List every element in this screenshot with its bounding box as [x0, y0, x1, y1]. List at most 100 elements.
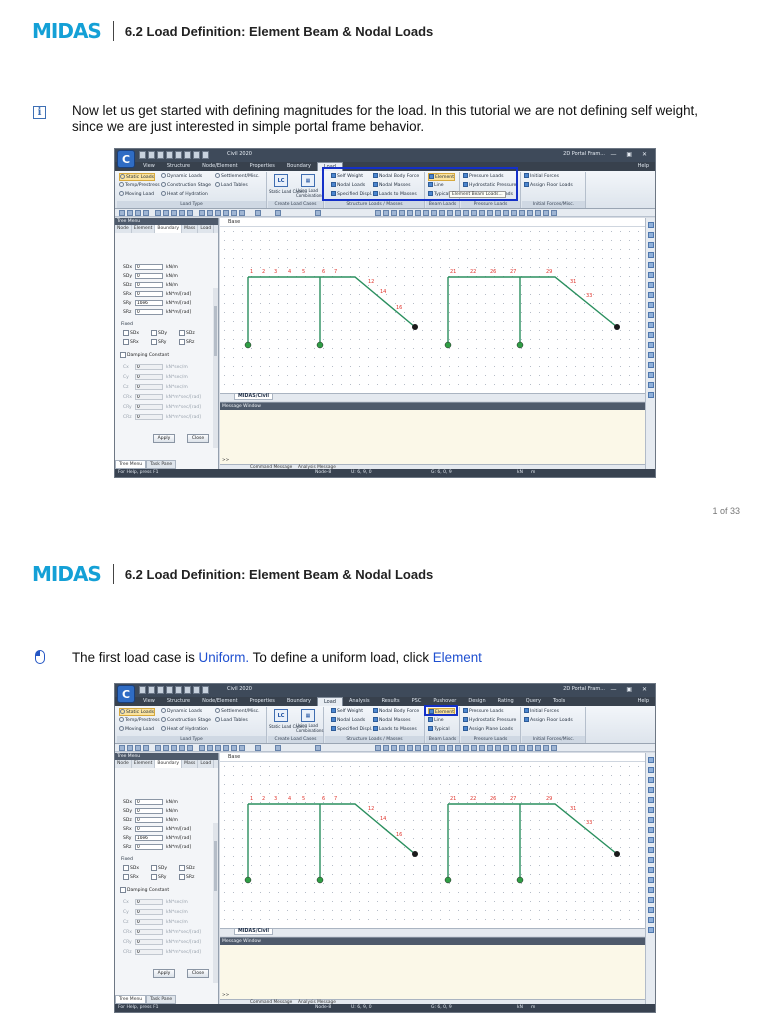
- moving-load-option[interactable]: Moving Load: [119, 191, 154, 197]
- tab-query[interactable]: Query: [520, 697, 547, 706]
- tree-tab-boundary[interactable]: Boundary: [155, 225, 183, 233]
- cy-input[interactable]: [135, 909, 163, 915]
- tab-structure[interactable]: Structure: [161, 162, 196, 171]
- status-unit[interactable]: kN: [517, 470, 523, 475]
- status-length[interactable]: m: [531, 470, 535, 475]
- crz-input[interactable]: [135, 949, 163, 955]
- tree-menu-tab[interactable]: Tree Menu: [115, 460, 147, 469]
- task-pane-tab[interactable]: Task Pane: [146, 460, 177, 469]
- heat-of-hydration-option[interactable]: Heat of Hydration: [161, 191, 208, 197]
- sdx-input[interactable]: [135, 264, 163, 270]
- construction-stage-option[interactable]: Construction Stage: [161, 717, 211, 723]
- window-controls[interactable]: — ▣ ✕: [610, 151, 651, 158]
- task-pane-tab[interactable]: Task Pane: [146, 995, 177, 1004]
- tab-analysis[interactable]: Analysis: [343, 697, 376, 706]
- tab-node-element[interactable]: Node/Element: [196, 162, 243, 171]
- cry-input[interactable]: [135, 939, 163, 945]
- close-button[interactable]: Close: [187, 969, 209, 978]
- midas-civil-tab[interactable]: MIDAS/Civil: [234, 929, 274, 935]
- crx-input[interactable]: [135, 929, 163, 935]
- nodal-masses-button[interactable]: Nodal Masses: [373, 717, 411, 723]
- command-prompt[interactable]: >>: [222, 458, 229, 463]
- srx-input[interactable]: [135, 291, 163, 297]
- tree-tab-element[interactable]: Element: [132, 225, 156, 233]
- static-loads-option[interactable]: Static Loads: [119, 173, 156, 181]
- sry-input[interactable]: [135, 835, 163, 841]
- assign-plane-loads-button[interactable]: Assign Plane Loads: [463, 726, 513, 732]
- status-unit[interactable]: kN: [517, 1005, 523, 1010]
- assign-floor-loads-button[interactable]: Assign Floor Loads: [524, 182, 573, 188]
- tree-tab-load[interactable]: Load: [198, 760, 215, 768]
- fixed-sry-check[interactable]: SRy: [151, 874, 166, 880]
- uniform-link[interactable]: Uniform.: [199, 650, 250, 665]
- cz-input[interactable]: [135, 384, 163, 390]
- tab-results[interactable]: Results: [376, 697, 406, 706]
- static-loads-option[interactable]: Static Loads: [119, 708, 156, 716]
- tab-tools[interactable]: Tools: [547, 697, 571, 706]
- using-load-comb-label[interactable]: Using Load Combinations: [296, 723, 324, 733]
- pressure-loads-button[interactable]: Pressure Loads: [463, 708, 504, 714]
- crx-input[interactable]: [135, 394, 163, 400]
- tab-load[interactable]: Load: [316, 697, 343, 706]
- app-menu-button[interactable]: C: [117, 150, 135, 168]
- help-menu[interactable]: Help: [638, 698, 649, 704]
- tree-tab-load[interactable]: Load: [198, 225, 215, 233]
- fixed-sdz-check[interactable]: SDz: [179, 330, 195, 336]
- sry-input[interactable]: [135, 300, 163, 306]
- hydrostatic-pressure-button[interactable]: Hydrostatic Pressure: [463, 717, 516, 723]
- sdz-input[interactable]: [135, 282, 163, 288]
- help-menu[interactable]: Help: [638, 163, 649, 169]
- srz-input[interactable]: [135, 309, 163, 315]
- app-menu-button[interactable]: C: [117, 685, 135, 703]
- model-viewport[interactable]: 1 2 3 4 5 6 7 12 14 16 21 22 26 27 29 31 33: [220, 762, 646, 928]
- fixed-sdy-check[interactable]: SDy: [151, 330, 167, 336]
- initial-forces-button[interactable]: Initial Forces: [524, 173, 559, 179]
- tab-properties[interactable]: Properties: [244, 162, 281, 171]
- assign-floor-loads-button[interactable]: Assign Floor Loads: [524, 717, 573, 723]
- panel-scrollbar[interactable]: [213, 288, 218, 448]
- element-link[interactable]: Element: [433, 650, 482, 665]
- tree-tab-mass[interactable]: Mass: [182, 760, 199, 768]
- sdy-input[interactable]: [135, 273, 163, 279]
- cx-input[interactable]: [135, 364, 163, 370]
- tab-properties[interactable]: Properties: [244, 697, 281, 706]
- cx-input[interactable]: [135, 899, 163, 905]
- loads-to-masses-button[interactable]: Loads to Masses: [373, 726, 417, 732]
- tree-menu-tab[interactable]: Tree Menu: [115, 995, 147, 1004]
- construction-stage-option[interactable]: Construction Stage: [161, 182, 211, 188]
- using-load-comb-label[interactable]: Using Load Combinations: [296, 188, 324, 198]
- nodal-loads-button[interactable]: Nodal Loads: [331, 717, 365, 723]
- model-viewport[interactable]: 1 2 3 4 5 6 7 12 14 16 21 22 26 27 29 31 33: [220, 227, 646, 393]
- tree-tab-mass[interactable]: Mass: [182, 225, 199, 233]
- initial-forces-button[interactable]: Initial Forces: [524, 708, 559, 714]
- temp-prestress-option[interactable]: Temp/Prestress: [119, 182, 160, 188]
- dynamic-loads-option[interactable]: Dynamic Loads: [161, 173, 202, 179]
- tab-structure[interactable]: Structure: [161, 697, 196, 706]
- load-tables-option[interactable]: Load Tables: [215, 182, 248, 188]
- load-combinations-icon[interactable]: ▦: [301, 709, 315, 722]
- typical-beam-load-button[interactable]: Typical: [428, 726, 450, 732]
- settlement-option[interactable]: Settlement/Misc.: [215, 173, 260, 179]
- cry-input[interactable]: [135, 404, 163, 410]
- crz-input[interactable]: [135, 414, 163, 420]
- fixed-sdz-check[interactable]: SDz: [179, 865, 195, 871]
- apply-button[interactable]: Apply: [153, 434, 175, 443]
- tree-tab-boundary[interactable]: Boundary: [155, 760, 183, 768]
- damping-constant-check[interactable]: Damping Constant: [120, 887, 169, 893]
- settlement-option[interactable]: Settlement/Misc.: [215, 708, 260, 714]
- view-name-combo[interactable]: Base: [228, 754, 240, 760]
- static-load-cases-icon[interactable]: LC: [274, 174, 288, 187]
- self-weight-button[interactable]: Self Weight: [331, 708, 363, 714]
- command-prompt[interactable]: >>: [222, 993, 229, 998]
- view-name-combo[interactable]: Base: [228, 219, 240, 225]
- cy-input[interactable]: [135, 374, 163, 380]
- fixed-sdx-check[interactable]: SDx: [123, 330, 139, 336]
- tab-boundary[interactable]: Boundary: [281, 697, 317, 706]
- apply-button[interactable]: Apply: [153, 969, 175, 978]
- midas-civil-tab[interactable]: MIDAS/Civil: [234, 394, 274, 400]
- fixed-sdy-check[interactable]: SDy: [151, 865, 167, 871]
- tree-tab-element[interactable]: Element: [132, 760, 156, 768]
- tab-view[interactable]: View: [137, 697, 161, 706]
- close-button[interactable]: Close: [187, 434, 209, 443]
- fixed-srx-check[interactable]: SRx: [123, 874, 139, 880]
